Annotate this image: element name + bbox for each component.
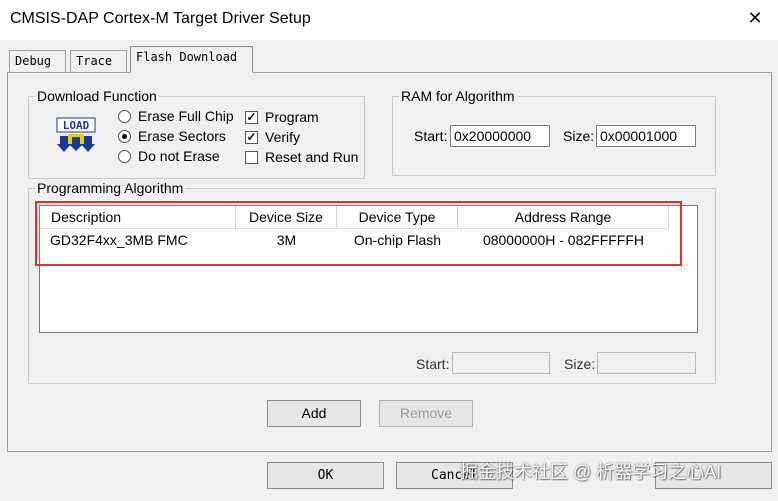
tab-flash-download[interactable]: Flash Download xyxy=(130,46,253,73)
radio-do-not-erase-marker xyxy=(118,149,131,163)
download-function-legend: Download Function xyxy=(37,88,157,104)
reset-and-run-check-icon xyxy=(245,150,258,164)
erase-full-chip-label: Erase Full Chip xyxy=(138,108,234,124)
ram-size-label: Size: xyxy=(563,128,595,144)
algorithm-list-header: Description Device Size Device Type Addr… xyxy=(40,206,697,229)
erase-sectors-radio[interactable]: Erase Sectors xyxy=(118,127,226,145)
row-description: GD32F4xx_3MB FMC xyxy=(50,232,188,248)
ram-for-algorithm-legend: RAM for Algorithm xyxy=(401,88,515,104)
program-checkbox[interactable]: ✓ Program xyxy=(245,108,319,126)
ram-start-label: Start: xyxy=(414,128,448,144)
row-address-range: 08000000H - 082FFFFFH xyxy=(482,232,645,248)
column-header-device-type[interactable]: Device Type xyxy=(337,206,458,229)
algorithm-start-label: Start: xyxy=(416,356,450,372)
verify-check-icon: ✓ xyxy=(245,129,258,144)
programming-algorithm-legend: Programming Algorithm xyxy=(37,180,184,196)
table-row[interactable]: GD32F4xx_3MB FMC 3M On-chip Flash 080000… xyxy=(40,229,697,253)
verify-checkbox[interactable]: ✓ Verify xyxy=(245,128,300,146)
row-device-size: 3M xyxy=(276,232,297,248)
load-icon-text: LOAD xyxy=(63,119,90,132)
column-header-device-size[interactable]: Device Size xyxy=(236,206,337,229)
algorithm-start-input[interactable] xyxy=(452,352,550,374)
column-header-description[interactable]: Description xyxy=(40,206,236,229)
load-icon: LOAD xyxy=(56,117,96,152)
tab-trace[interactable]: Trace xyxy=(70,50,127,72)
reset-and-run-checkbox[interactable]: Reset and Run xyxy=(245,148,358,166)
close-icon[interactable]: ✕ xyxy=(744,7,766,29)
radio-erase-full-chip-marker xyxy=(118,109,131,123)
tab-debug[interactable]: Debug xyxy=(9,50,66,72)
title-bar: CMSIS-DAP Cortex-M Target Driver Setup ✕ xyxy=(0,0,778,40)
verify-label: Verify xyxy=(265,129,301,145)
algorithm-list[interactable]: Description Device Size Device Type Addr… xyxy=(39,205,698,333)
add-button[interactable]: Add xyxy=(267,400,361,427)
remove-button[interactable]: Remove xyxy=(379,400,473,427)
ram-start-input[interactable]: 0x20000000 xyxy=(450,125,550,147)
window-title: CMSIS-DAP Cortex-M Target Driver Setup xyxy=(10,10,311,27)
watermark-text: 掘金技术社区 @ 析器学习之心AI xyxy=(460,462,722,482)
radio-erase-sectors-marker xyxy=(118,129,131,143)
algorithm-size-input[interactable] xyxy=(597,352,696,374)
do-not-erase-radio[interactable]: Do not Erase xyxy=(118,147,220,165)
program-check-icon: ✓ xyxy=(245,109,258,124)
erase-full-chip-radio[interactable]: Erase Full Chip xyxy=(118,107,234,125)
erase-sectors-label: Erase Sectors xyxy=(138,128,226,144)
do-not-erase-label: Do not Erase xyxy=(138,148,220,164)
program-label: Program xyxy=(265,109,319,125)
ok-button[interactable]: OK xyxy=(267,462,384,489)
ram-size-input[interactable]: 0x00001000 xyxy=(596,125,696,147)
row-device-type: On-chip Flash xyxy=(353,232,442,248)
column-header-address-range[interactable]: Address Range xyxy=(458,206,669,229)
algorithm-size-label: Size: xyxy=(564,356,596,372)
reset-and-run-label: Reset and Run xyxy=(265,149,359,165)
